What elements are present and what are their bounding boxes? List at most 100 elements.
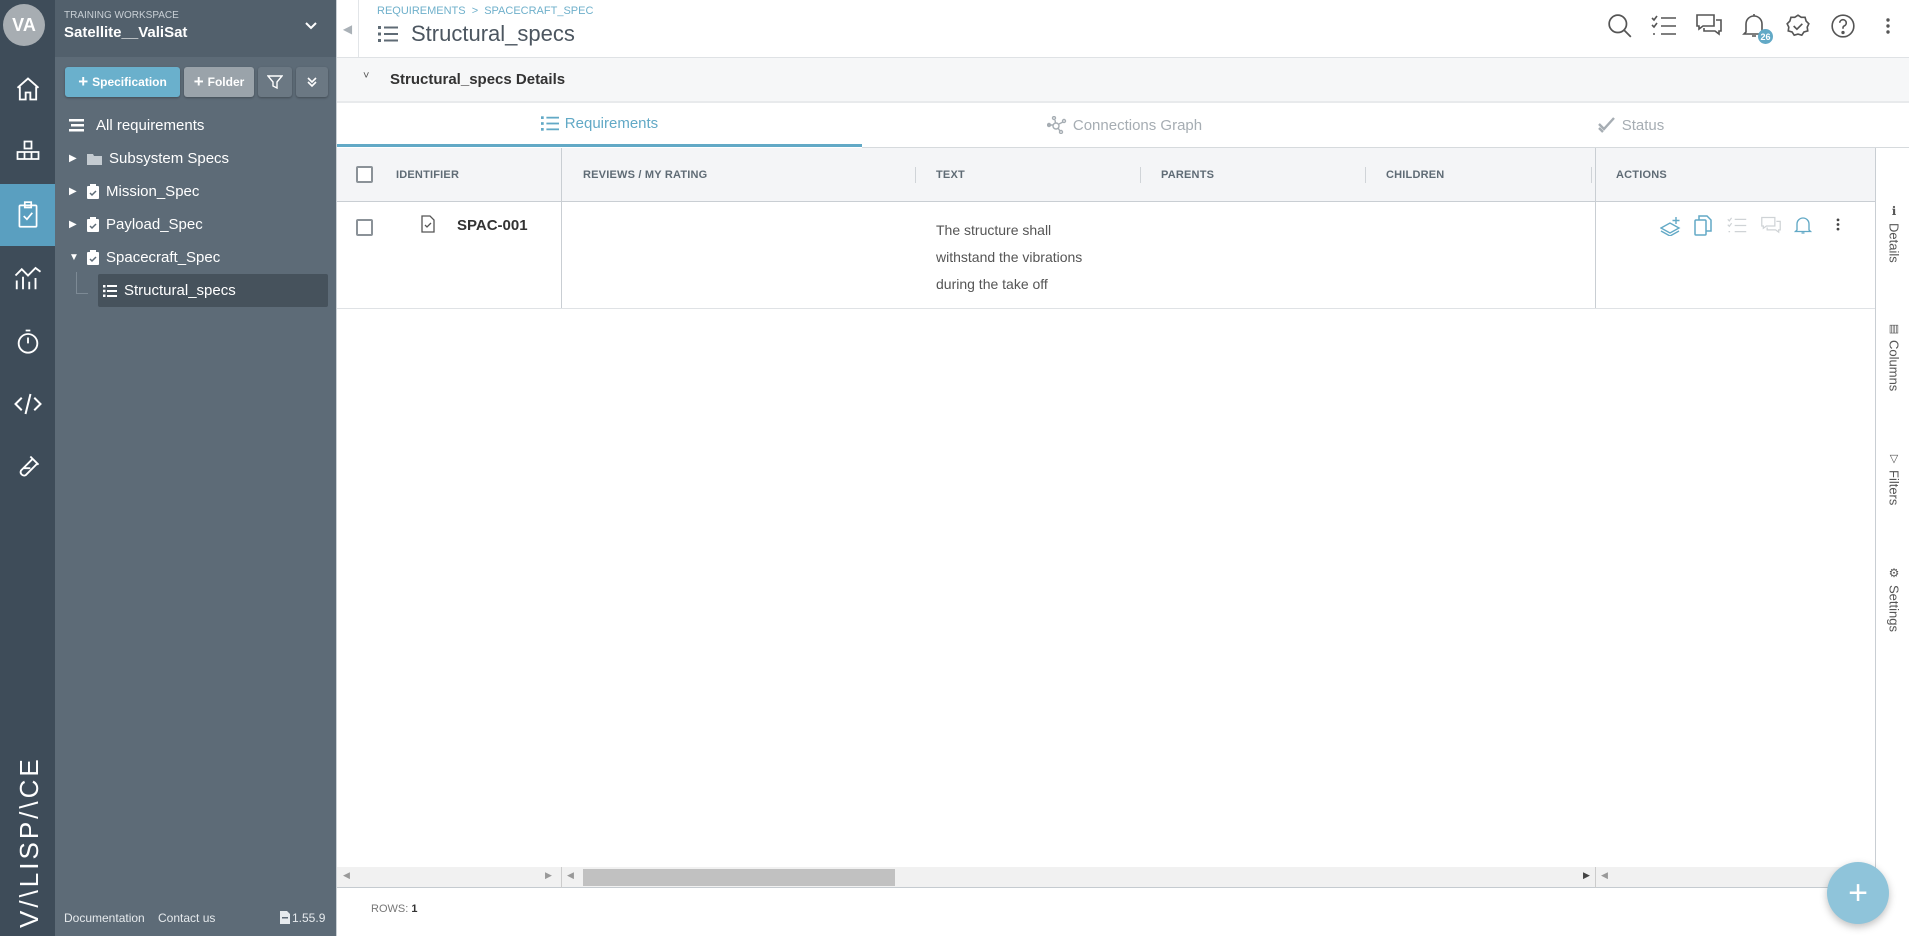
- table-row[interactable]: SPAC-001 The structure shall withstand t…: [337, 202, 1875, 309]
- graph-icon: [1046, 116, 1067, 134]
- tasks-button[interactable]: [1648, 10, 1680, 42]
- column-resizer[interactable]: [915, 167, 916, 183]
- checklist-icon[interactable]: [1727, 217, 1747, 234]
- divider: [561, 867, 562, 888]
- column-header-reviews[interactable]: REVIEWS / MY RATING: [583, 148, 707, 202]
- scroll-left-icon[interactable]: ◀: [343, 870, 350, 881]
- column-header-actions[interactable]: ACTIONS: [1616, 148, 1667, 202]
- clipboard-check-icon: [18, 201, 37, 228]
- tab-connections-graph[interactable]: Connections Graph: [862, 103, 1387, 147]
- details-bar[interactable]: ˅ Structural_specs Details: [337, 57, 1909, 103]
- scroll-left-icon[interactable]: ◀: [1601, 870, 1608, 881]
- user-avatar[interactable]: VA: [3, 4, 45, 46]
- version-label: 1.55.9: [292, 911, 326, 925]
- breadcrumb-requirements[interactable]: REQUIREMENTS: [377, 5, 466, 17]
- checklist-icon: [1651, 15, 1676, 35]
- svg-text:V/\LISP/\CE: V/\LISP/\CE: [14, 756, 44, 928]
- scripting-nav[interactable]: [0, 373, 55, 435]
- column-header-identifier[interactable]: IDENTIFIER: [396, 148, 459, 202]
- add-folder-button[interactable]: + Folder: [184, 67, 254, 97]
- more-vertical-icon[interactable]: [1836, 218, 1840, 231]
- scrollbar-thumb[interactable]: [583, 869, 895, 886]
- tab-requirements[interactable]: Requirements: [337, 103, 862, 147]
- tree-label: Payload_Spec: [106, 216, 203, 233]
- requirement-identifier[interactable]: SPAC-001: [457, 217, 528, 234]
- reviews-button[interactable]: [1782, 10, 1814, 42]
- chevron-down-icon: [305, 22, 317, 30]
- tree-item-subsystem-specs[interactable]: ▶ Subsystem Specs: [55, 142, 336, 175]
- contact-link[interactable]: Contact us: [158, 911, 215, 925]
- caret-right-icon[interactable]: ▶: [69, 219, 79, 230]
- info-icon: ℹ: [1887, 204, 1901, 218]
- caret-right-icon[interactable]: ▶: [69, 186, 79, 197]
- tab-label: Connections Graph: [1072, 116, 1203, 134]
- tree-label: All requirements: [96, 117, 205, 134]
- horizontal-scrollbar[interactable]: ◀ ▶ ◀ ▶ ◀: [337, 867, 1875, 888]
- add-requirement-fab[interactable]: +: [1827, 862, 1889, 924]
- filter-button[interactable]: [258, 67, 292, 97]
- requirements-nav[interactable]: [0, 184, 55, 246]
- scroll-left-icon[interactable]: ◀: [567, 870, 574, 881]
- plus-icon: +: [1848, 873, 1868, 912]
- requirement-text[interactable]: The structure shall withstand the vibrat…: [936, 217, 1082, 298]
- tree-item-mission-spec[interactable]: ▶ Mission_Spec: [55, 175, 336, 208]
- documentation-link[interactable]: Documentation: [64, 911, 145, 925]
- side-tab-filters[interactable]: ▽ Filters: [1880, 452, 1908, 505]
- side-tab-details[interactable]: ℹ Details: [1880, 204, 1908, 263]
- list-icon: [69, 119, 84, 132]
- workspace-name: Satellite__ValiSat: [64, 24, 188, 41]
- timer-nav[interactable]: [0, 310, 55, 372]
- column-header-children[interactable]: CHILDREN: [1386, 148, 1444, 202]
- breadcrumb-spacecraft-spec[interactable]: SPACECRAFT_SPEC: [484, 5, 593, 17]
- tab-status[interactable]: Status: [1387, 103, 1875, 147]
- components-nav[interactable]: [0, 121, 55, 183]
- notifications-button[interactable]: 26: [1738, 10, 1773, 44]
- text-line: withstand the vibrations: [936, 249, 1083, 265]
- expand-all-button[interactable]: [296, 67, 328, 97]
- document-icon: [280, 911, 290, 924]
- workspace-selector[interactable]: TRAINING WORKSPACE Satellite__ValiSat: [55, 0, 336, 57]
- side-tab-columns[interactable]: ▥ Columns: [1880, 322, 1908, 391]
- select-all-checkbox[interactable]: [356, 166, 373, 183]
- caret-right-icon[interactable]: ▶: [69, 153, 79, 164]
- side-tab-settings[interactable]: ⚙ Settings: [1880, 566, 1908, 632]
- more-menu-button[interactable]: [1878, 10, 1898, 42]
- column-resizer[interactable]: [1591, 167, 1592, 183]
- list-icon: [378, 26, 398, 42]
- scroll-right-icon[interactable]: ▶: [1583, 870, 1590, 881]
- home-nav[interactable]: [0, 58, 55, 120]
- copy-icon[interactable]: [1694, 215, 1712, 237]
- scroll-right-icon[interactable]: ▶: [545, 870, 552, 881]
- caret-down-icon[interactable]: ▼: [69, 252, 79, 263]
- add-specification-button[interactable]: + Specification: [65, 67, 180, 97]
- tree-item-spacecraft-spec[interactable]: ▼ Spacecraft_Spec: [55, 241, 336, 274]
- cubes-icon: [16, 140, 39, 160]
- tree-item-payload-spec[interactable]: ▶ Payload_Spec: [55, 208, 336, 241]
- breadcrumb: REQUIREMENTS > SPACECRAFT_SPEC: [377, 5, 593, 17]
- tree-item-structural-specs[interactable]: Structural_specs: [98, 274, 328, 307]
- tab-label: Requirements: [564, 115, 659, 132]
- column-header-text[interactable]: TEXT: [936, 148, 965, 202]
- bell-icon[interactable]: [1794, 215, 1812, 236]
- testing-nav[interactable]: [0, 436, 55, 498]
- help-button[interactable]: [1827, 10, 1859, 42]
- column-resizer[interactable]: [1140, 167, 1141, 183]
- search-button[interactable]: [1604, 10, 1636, 42]
- chat-icon[interactable]: [1760, 216, 1782, 236]
- chevron-down-icon[interactable]: ˅: [363, 70, 369, 82]
- discussions-button[interactable]: [1693, 10, 1725, 42]
- text-line: during the take off: [936, 276, 1048, 292]
- side-tab-label: Settings: [1886, 585, 1902, 632]
- gear-icon: ⚙: [1887, 566, 1901, 580]
- column-header-parents[interactable]: PARENTS: [1161, 148, 1214, 202]
- column-resizer[interactable]: [1365, 167, 1366, 183]
- add-layer-icon[interactable]: [1660, 216, 1682, 236]
- tree-item-all-requirements[interactable]: All requirements: [55, 109, 336, 142]
- analytics-nav[interactable]: [0, 247, 55, 309]
- breadcrumb-separator: >: [471, 5, 479, 17]
- add-specification-label: Specification: [92, 75, 167, 89]
- home-icon: [16, 77, 39, 101]
- collapse-sidebar-button[interactable]: ◀: [337, 0, 359, 57]
- caret-left-icon: ◀: [342, 21, 353, 36]
- row-checkbox[interactable]: [356, 219, 373, 236]
